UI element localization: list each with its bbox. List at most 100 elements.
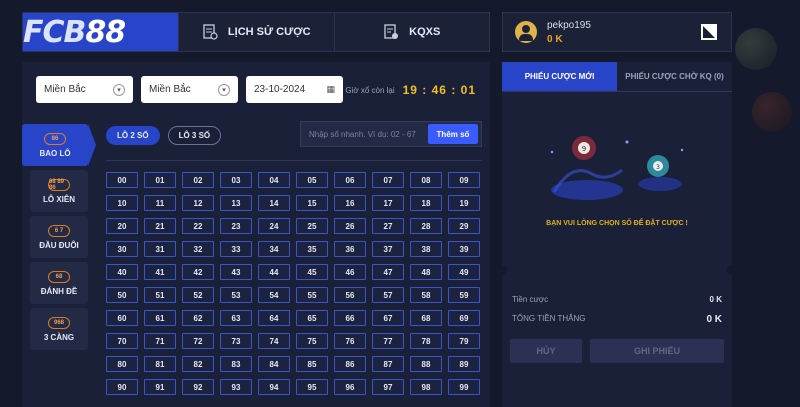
number-cell[interactable]: 58 — [410, 287, 442, 303]
number-cell[interactable]: 63 — [220, 310, 252, 326]
number-cell[interactable]: 10 — [106, 195, 138, 211]
number-cell[interactable]: 35 — [296, 241, 328, 257]
number-cell[interactable]: 82 — [182, 356, 214, 372]
number-cell[interactable]: 81 — [144, 356, 176, 372]
number-cell[interactable]: 48 — [410, 264, 442, 280]
submit-bet-button[interactable]: GHI PHIẾU — [590, 339, 724, 363]
number-cell[interactable]: 33 — [220, 241, 252, 257]
number-cell[interactable]: 67 — [372, 310, 404, 326]
number-cell[interactable]: 51 — [144, 287, 176, 303]
number-cell[interactable]: 73 — [220, 333, 252, 349]
number-cell[interactable]: 99 — [448, 379, 480, 395]
number-cell[interactable]: 71 — [144, 333, 176, 349]
sidebar-item-4[interactable]: 968 3 CÀNG — [30, 308, 88, 350]
number-cell[interactable]: 49 — [448, 264, 480, 280]
number-cell[interactable]: 64 — [258, 310, 290, 326]
number-cell[interactable]: 69 — [448, 310, 480, 326]
number-cell[interactable]: 79 — [448, 333, 480, 349]
number-cell[interactable]: 97 — [372, 379, 404, 395]
number-cell[interactable]: 87 — [372, 356, 404, 372]
number-cell[interactable]: 61 — [144, 310, 176, 326]
number-cell[interactable]: 59 — [448, 287, 480, 303]
number-cell[interactable]: 89 — [448, 356, 480, 372]
number-cell[interactable]: 15 — [296, 195, 328, 211]
number-cell[interactable]: 18 — [410, 195, 442, 211]
number-cell[interactable]: 04 — [258, 172, 290, 188]
number-cell[interactable]: 70 — [106, 333, 138, 349]
number-cell[interactable]: 38 — [410, 241, 442, 257]
subtab-0[interactable]: LÔ 2 SỐ — [106, 126, 160, 145]
number-cell[interactable]: 21 — [144, 218, 176, 234]
number-cell[interactable]: 96 — [334, 379, 366, 395]
number-cell[interactable]: 07 — [372, 172, 404, 188]
sidebar-item-1[interactable]: 68 89 86 LÔ XIÊN — [30, 170, 88, 212]
number-cell[interactable]: 05 — [296, 172, 328, 188]
number-cell[interactable]: 31 — [144, 241, 176, 257]
number-cell[interactable]: 80 — [106, 356, 138, 372]
nav-lottery-results[interactable]: KQXS — [333, 13, 490, 51]
brand-logo[interactable]: FCB 88 — [23, 13, 178, 51]
number-cell[interactable]: 09 — [448, 172, 480, 188]
number-cell[interactable]: 11 — [144, 195, 176, 211]
number-cell[interactable]: 94 — [258, 379, 290, 395]
number-cell[interactable]: 47 — [372, 264, 404, 280]
number-cell[interactable]: 28 — [410, 218, 442, 234]
number-cell[interactable]: 74 — [258, 333, 290, 349]
number-cell[interactable]: 32 — [182, 241, 214, 257]
number-cell[interactable]: 03 — [220, 172, 252, 188]
number-cell[interactable]: 14 — [258, 195, 290, 211]
number-cell[interactable]: 44 — [258, 264, 290, 280]
number-cell[interactable]: 45 — [296, 264, 328, 280]
number-cell[interactable]: 78 — [410, 333, 442, 349]
number-cell[interactable]: 76 — [334, 333, 366, 349]
number-cell[interactable]: 52 — [182, 287, 214, 303]
number-cell[interactable]: 66 — [334, 310, 366, 326]
number-cell[interactable]: 88 — [410, 356, 442, 372]
number-cell[interactable]: 83 — [220, 356, 252, 372]
number-cell[interactable]: 01 — [144, 172, 176, 188]
number-cell[interactable]: 75 — [296, 333, 328, 349]
number-cell[interactable]: 65 — [296, 310, 328, 326]
sidebar-item-0[interactable]: 86 BAO LÔ — [22, 124, 96, 166]
number-cell[interactable]: 42 — [182, 264, 214, 280]
number-cell[interactable]: 85 — [296, 356, 328, 372]
number-cell[interactable]: 50 — [106, 287, 138, 303]
station-select[interactable]: Miền Bắc ▾ — [141, 76, 238, 103]
number-cell[interactable]: 46 — [334, 264, 366, 280]
number-cell[interactable]: 26 — [334, 218, 366, 234]
number-cell[interactable]: 62 — [182, 310, 214, 326]
sidebar-item-2[interactable]: 6 7 ĐẦU ĐUÔI — [30, 216, 88, 258]
number-cell[interactable]: 54 — [258, 287, 290, 303]
number-cell[interactable]: 57 — [372, 287, 404, 303]
nav-bet-history[interactable]: LỊCH SỬ CƯỢC — [178, 13, 334, 51]
number-cell[interactable]: 53 — [220, 287, 252, 303]
add-number-button[interactable]: Thêm số — [428, 124, 478, 144]
tab-pending-bet-slip[interactable]: PHIẾU CƯỢC CHỜ KQ (0) — [617, 62, 732, 91]
number-cell[interactable]: 41 — [144, 264, 176, 280]
number-cell[interactable]: 68 — [410, 310, 442, 326]
subtab-1[interactable]: LÔ 3 SỐ — [167, 126, 222, 145]
number-cell[interactable]: 86 — [334, 356, 366, 372]
number-cell[interactable]: 37 — [372, 241, 404, 257]
number-cell[interactable]: 00 — [106, 172, 138, 188]
number-cell[interactable]: 23 — [220, 218, 252, 234]
user-menu-toggle-icon[interactable] — [701, 24, 717, 40]
number-cell[interactable]: 72 — [182, 333, 214, 349]
number-cell[interactable]: 12 — [182, 195, 214, 211]
number-cell[interactable]: 60 — [106, 310, 138, 326]
number-cell[interactable]: 34 — [258, 241, 290, 257]
number-cell[interactable]: 39 — [448, 241, 480, 257]
number-cell[interactable]: 98 — [410, 379, 442, 395]
number-cell[interactable]: 91 — [144, 379, 176, 395]
sidebar-item-3[interactable]: 68 ĐÁNH ĐỀ — [30, 262, 88, 304]
number-cell[interactable]: 08 — [410, 172, 442, 188]
number-cell[interactable]: 22 — [182, 218, 214, 234]
quick-number-input[interactable] — [301, 129, 428, 139]
number-cell[interactable]: 40 — [106, 264, 138, 280]
number-cell[interactable]: 20 — [106, 218, 138, 234]
number-cell[interactable]: 24 — [258, 218, 290, 234]
number-cell[interactable]: 16 — [334, 195, 366, 211]
number-cell[interactable]: 55 — [296, 287, 328, 303]
user-avatar-icon[interactable] — [515, 21, 537, 43]
number-cell[interactable]: 92 — [182, 379, 214, 395]
